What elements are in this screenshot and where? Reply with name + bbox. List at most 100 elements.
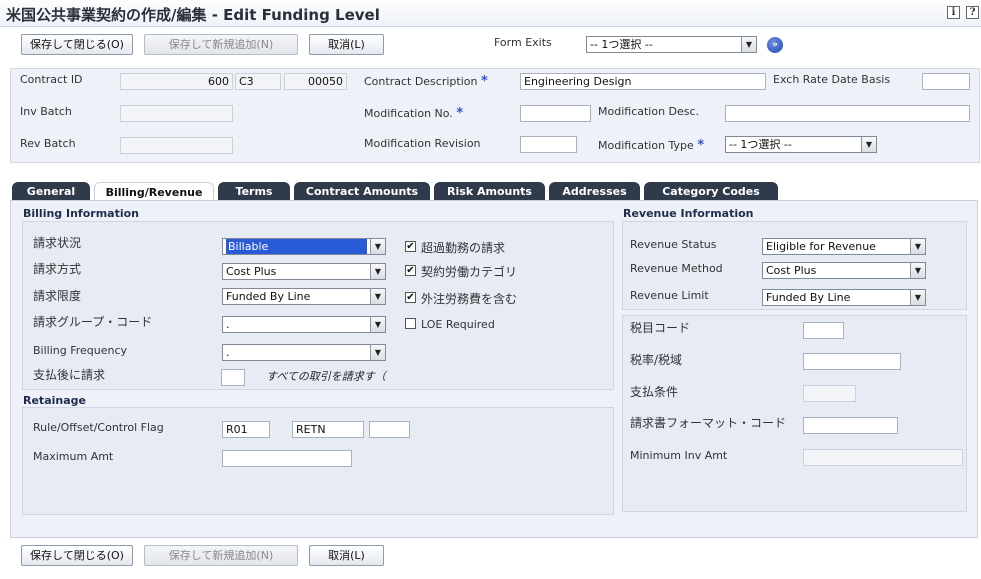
tab-contract-amounts[interactable]: Contract Amounts	[294, 182, 430, 201]
contract-description-field[interactable]: Engineering Design	[520, 73, 766, 90]
required-marker: *	[697, 138, 705, 153]
contract-header: Contract ID 600 C3 00050 Inv Batch Rev B…	[10, 68, 980, 163]
revenue-method-select[interactable]: Cost Plus ▼	[762, 262, 926, 279]
invoice-format-code-field[interactable]	[803, 417, 898, 434]
footer-save-add-button[interactable]: 保存して新規追加(N)	[144, 545, 298, 566]
tab-general[interactable]: General	[12, 182, 90, 201]
contract-labor-category-label: 契約労働カテゴリ	[421, 265, 518, 279]
billing-status-select[interactable]: Billable ▼	[222, 238, 386, 255]
modification-type-select[interactable]: -- 1つ選択 -- ▼	[725, 136, 877, 153]
chevron-down-icon: ▼	[370, 289, 385, 304]
billing-frequency-value: .	[226, 346, 230, 359]
contract-id-label: Contract ID	[20, 73, 83, 86]
form-exits-label: Form Exits	[494, 36, 552, 49]
overtime-billing-checkbox[interactable]: ✔	[405, 241, 416, 252]
tax-rate-area-field[interactable]	[803, 353, 901, 370]
form-exits-value: -- 1つ選択 --	[590, 38, 653, 51]
chevron-down-icon: ▼	[910, 263, 925, 278]
tab-terms[interactable]: Terms	[218, 182, 290, 201]
revenue-information-title: Revenue Information	[623, 207, 754, 220]
modification-revision-field[interactable]	[520, 136, 577, 153]
chevron-down-icon: ▼	[370, 345, 385, 360]
bill-after-pay-note: すべての取引を請求す（	[266, 370, 386, 383]
maximum-amount-field[interactable]	[222, 450, 352, 467]
contract-description-label: Contract Description *	[364, 74, 488, 89]
cancel-button[interactable]: 取消(L)	[309, 34, 384, 55]
save-add-button[interactable]: 保存して新規追加(N)	[144, 34, 298, 55]
modification-desc-field[interactable]	[725, 105, 970, 122]
tab-addresses[interactable]: Addresses	[549, 182, 640, 201]
chevron-down-icon: ▼	[861, 137, 876, 152]
retainage-title: Retainage	[23, 394, 86, 407]
billing-limit-value: Funded By Line	[226, 290, 311, 303]
billing-method-select[interactable]: Cost Plus ▼	[222, 263, 386, 280]
billing-method-label: 請求方式	[33, 262, 82, 276]
tab-category-codes[interactable]: Category Codes	[644, 182, 778, 201]
bill-after-pay-label: 支払後に請求	[33, 368, 106, 382]
contract-id-company-field[interactable]: 00050	[284, 73, 347, 90]
outsourced-labor-checkbox[interactable]: ✔	[405, 292, 416, 303]
modification-no-text: Modification No.	[364, 107, 453, 120]
billing-frequency-label: Billing Frequency	[33, 344, 128, 357]
tax-code-field[interactable]	[803, 322, 844, 339]
billing-method-value: Cost Plus	[226, 265, 277, 278]
billing-frequency-select[interactable]: . ▼	[222, 344, 386, 361]
billing-limit-select[interactable]: Funded By Line ▼	[222, 288, 386, 305]
revenue-method-value: Cost Plus	[766, 264, 817, 277]
retainage-offset-field[interactable]: RETN	[292, 421, 364, 438]
form-exits-select[interactable]: -- 1つ選択 -- ▼	[586, 36, 757, 53]
contract-labor-category-checkbox[interactable]: ✔	[405, 265, 416, 276]
revenue-status-select[interactable]: Eligible for Revenue ▼	[762, 238, 926, 255]
contract-id-number-field[interactable]: 600	[120, 73, 233, 90]
save-close-button[interactable]: 保存して閉じる(O)	[21, 34, 133, 55]
tax-code-label: 税目コード	[630, 321, 691, 335]
payment-terms-label: 支払条件	[630, 385, 679, 399]
modification-desc-label: Modification Desc.	[598, 105, 700, 118]
outsourced-labor-label: 外注労務費を含む	[421, 292, 518, 306]
minimum-invoice-amount-field[interactable]	[803, 449, 963, 466]
modification-no-field[interactable]	[520, 105, 591, 122]
required-marker: *	[480, 74, 488, 89]
revenue-method-label: Revenue Method	[630, 262, 723, 275]
inv-batch-field[interactable]	[120, 105, 233, 122]
billing-group-code-label: 請求グループ・コード	[33, 315, 153, 329]
bill-after-pay-field[interactable]	[221, 369, 245, 386]
payment-terms-field[interactable]	[803, 385, 856, 402]
revenue-status-value: Eligible for Revenue	[766, 240, 876, 253]
help-icon[interactable]: ?	[966, 6, 979, 19]
chevron-down-icon: ▼	[370, 317, 385, 332]
top-toolbar: 保存して閉じる(O) 保存して新規追加(N) 取消(L) Form Exits …	[0, 28, 981, 61]
go-icon[interactable]: »	[767, 37, 783, 53]
required-marker: *	[456, 106, 464, 121]
minimum-invoice-amount-label: Minimum Inv Amt	[630, 449, 728, 462]
modification-type-value: -- 1つ選択 --	[729, 138, 792, 151]
modification-revision-label: Modification Revision	[364, 137, 481, 150]
chevron-down-icon: ▼	[741, 37, 756, 52]
billing-status-value: Billable	[226, 239, 367, 254]
invoice-format-code-label: 請求書フォーマット・コード	[630, 416, 787, 430]
exch-rate-date-basis-field[interactable]	[922, 73, 970, 90]
rev-batch-field[interactable]	[120, 137, 233, 154]
contract-id-type-field[interactable]: C3	[235, 73, 281, 90]
billing-group-code-select[interactable]: . ▼	[222, 316, 386, 333]
chevron-down-icon: ▼	[370, 239, 385, 254]
revenue-status-label: Revenue Status	[630, 238, 717, 251]
info-icon[interactable]: i	[947, 6, 960, 19]
loe-required-label: LOE Required	[421, 318, 495, 331]
footer-save-close-button[interactable]: 保存して閉じる(O)	[21, 545, 133, 566]
revenue-limit-label: Revenue Limit	[630, 289, 709, 302]
contract-description-text: Contract Description	[364, 75, 478, 88]
chevron-down-icon: ▼	[910, 290, 925, 305]
retainage-rule-field[interactable]: R01	[222, 421, 270, 438]
revenue-limit-select[interactable]: Funded By Line ▼	[762, 289, 926, 306]
retainage-rule-label: Rule/Offset/Control Flag	[33, 421, 164, 434]
retainage-control-flag-field[interactable]	[369, 421, 410, 438]
footer-cancel-button[interactable]: 取消(L)	[309, 545, 384, 566]
loe-required-checkbox[interactable]	[405, 318, 416, 329]
tab-billing-revenue[interactable]: Billing/Revenue	[94, 182, 214, 202]
revenue-limit-value: Funded By Line	[766, 291, 851, 304]
window-title: 米国公共事業契約の作成/編集 - Edit Funding Level	[6, 6, 380, 24]
inv-batch-label: Inv Batch	[20, 105, 72, 118]
modification-type-label: Modification Type *	[598, 138, 704, 153]
tab-risk-amounts[interactable]: Risk Amounts	[434, 182, 545, 201]
